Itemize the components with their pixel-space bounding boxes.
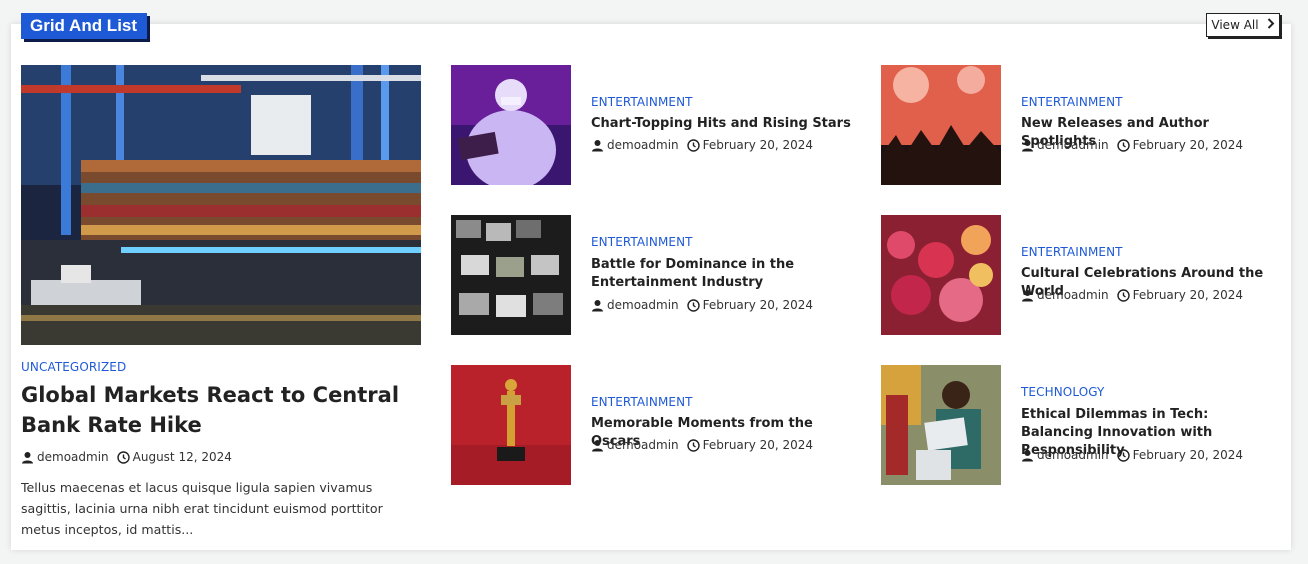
post-meta: demoadmin February 20, 2024 [1021,288,1243,302]
chevron-right-icon [1267,14,1275,36]
user-icon [21,451,34,464]
post-author[interactable]: demoadmin [607,438,679,452]
featured-meta: demoadmin August 12, 2024 [21,450,232,464]
post-image[interactable] [881,365,1001,485]
featured-author[interactable]: demoadmin [37,450,109,464]
post-author[interactable]: demoadmin [1037,138,1109,152]
post-category[interactable]: ENTERTAINMENT [1021,245,1123,259]
post-meta: demoadmin February 20, 2024 [591,438,813,452]
user-icon [1021,139,1034,152]
featured-date[interactable]: August 12, 2024 [133,450,232,464]
post-date[interactable]: February 20, 2024 [1133,288,1243,302]
section-title: Grid And List [21,13,148,39]
view-all-label: View All [1211,18,1259,32]
clock-icon [1116,448,1130,462]
clock-icon [1116,288,1130,302]
post-category[interactable]: ENTERTAINMENT [591,395,693,409]
featured-title[interactable]: Global Markets React to Central Bank Rat… [21,380,421,440]
user-icon [1021,289,1034,302]
post-author[interactable]: demoadmin [1037,288,1109,302]
user-icon [591,439,604,452]
post-category[interactable]: ENTERTAINMENT [1021,95,1123,109]
post-date[interactable]: February 20, 2024 [703,298,813,312]
post-category[interactable]: TECHNOLOGY [1021,385,1104,399]
clock-icon [1116,138,1130,152]
featured-excerpt: Tellus maecenas et lacus quisque ligula … [21,480,383,537]
post-meta: demoadmin February 20, 2024 [591,138,813,152]
clock-icon [686,138,700,152]
post-date[interactable]: February 20, 2024 [703,138,813,152]
post-meta: demoadmin February 20, 2024 [591,298,813,312]
post-meta: demoadmin February 20, 2024 [1021,448,1243,462]
post-title[interactable]: Battle for Dominance in the Entertainmen… [591,256,821,292]
post-author[interactable]: demoadmin [607,298,679,312]
featured-category[interactable]: UNCATEGORIZED [21,360,126,374]
post-meta: demoadmin February 20, 2024 [1021,138,1243,152]
post-category[interactable]: ENTERTAINMENT [591,95,693,109]
featured-post-image[interactable] [21,65,421,345]
post-date[interactable]: February 20, 2024 [1133,448,1243,462]
post-image[interactable] [881,65,1001,185]
post-author[interactable]: demoadmin [607,138,679,152]
post-author[interactable]: demoadmin [1037,448,1109,462]
post-date[interactable]: February 20, 2024 [1133,138,1243,152]
post-image[interactable] [451,365,571,485]
clock-icon [686,438,700,452]
view-all-button[interactable]: View All [1206,13,1280,37]
post-image[interactable] [451,215,571,335]
user-icon [591,299,604,312]
post-image[interactable] [881,215,1001,335]
post-date[interactable]: February 20, 2024 [703,438,813,452]
post-title[interactable]: Chart-Topping Hits and Rising Stars [591,115,851,133]
post-category[interactable]: ENTERTAINMENT [591,235,693,249]
post-image[interactable] [451,65,571,185]
user-icon [1021,449,1034,462]
user-icon [591,139,604,152]
clock-icon [686,298,700,312]
clock-icon [116,450,130,464]
